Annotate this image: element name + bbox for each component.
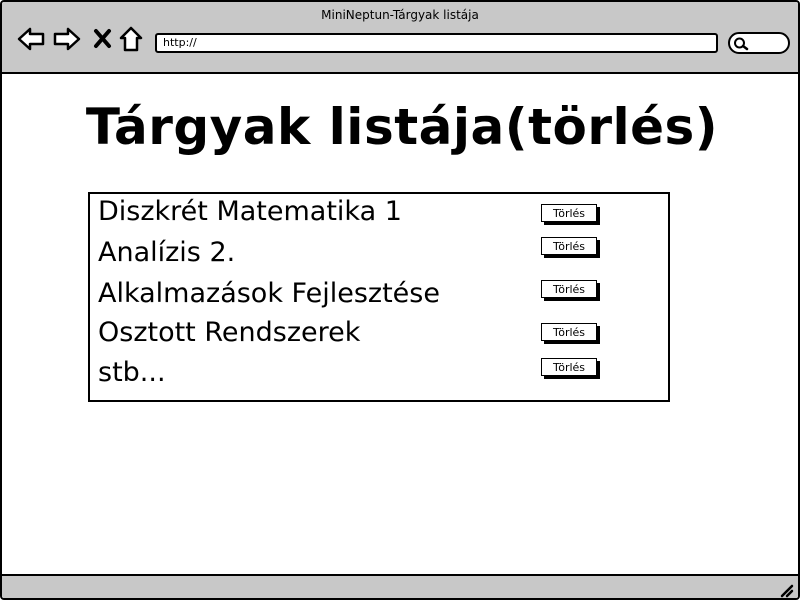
- search-icon: [734, 37, 749, 51]
- search-box[interactable]: [728, 32, 790, 54]
- resize-grip-icon[interactable]: [778, 582, 794, 598]
- subject-list: Diszkrét Matematika 1 Törlés Analízis 2.…: [88, 192, 670, 402]
- forward-arrow-icon[interactable]: [52, 24, 82, 54]
- window-title: MiniNeptun-Tárgyak listája: [321, 8, 479, 22]
- address-bar[interactable]: http://: [155, 33, 718, 53]
- subject-name: stb...: [98, 357, 166, 388]
- back-arrow-icon[interactable]: [16, 24, 46, 54]
- status-bar: [2, 574, 798, 598]
- delete-button[interactable]: Törlés: [541, 237, 597, 255]
- subject-name: Diszkrét Matematika 1: [98, 196, 402, 227]
- page-title: Tárgyak listája(törlés): [85, 98, 719, 156]
- delete-button[interactable]: Törlés: [541, 204, 597, 222]
- browser-window: MiniNeptun-Tárgyak listája http:// Tárgy…: [0, 0, 800, 600]
- title-bar: MiniNeptun-Tárgyak listája http://: [2, 2, 798, 74]
- delete-button[interactable]: Törlés: [541, 280, 597, 298]
- home-icon[interactable]: [118, 24, 148, 54]
- subject-name: Alkalmazások Fejlesztése: [98, 278, 440, 309]
- delete-button[interactable]: Törlés: [541, 323, 597, 341]
- delete-button[interactable]: Törlés: [541, 358, 597, 376]
- page-content: Tárgyak listája(törlés) Diszkrét Matemat…: [2, 74, 798, 574]
- subject-name: Analízis 2.: [98, 237, 236, 268]
- subject-name: Osztott Rendszerek: [98, 317, 361, 348]
